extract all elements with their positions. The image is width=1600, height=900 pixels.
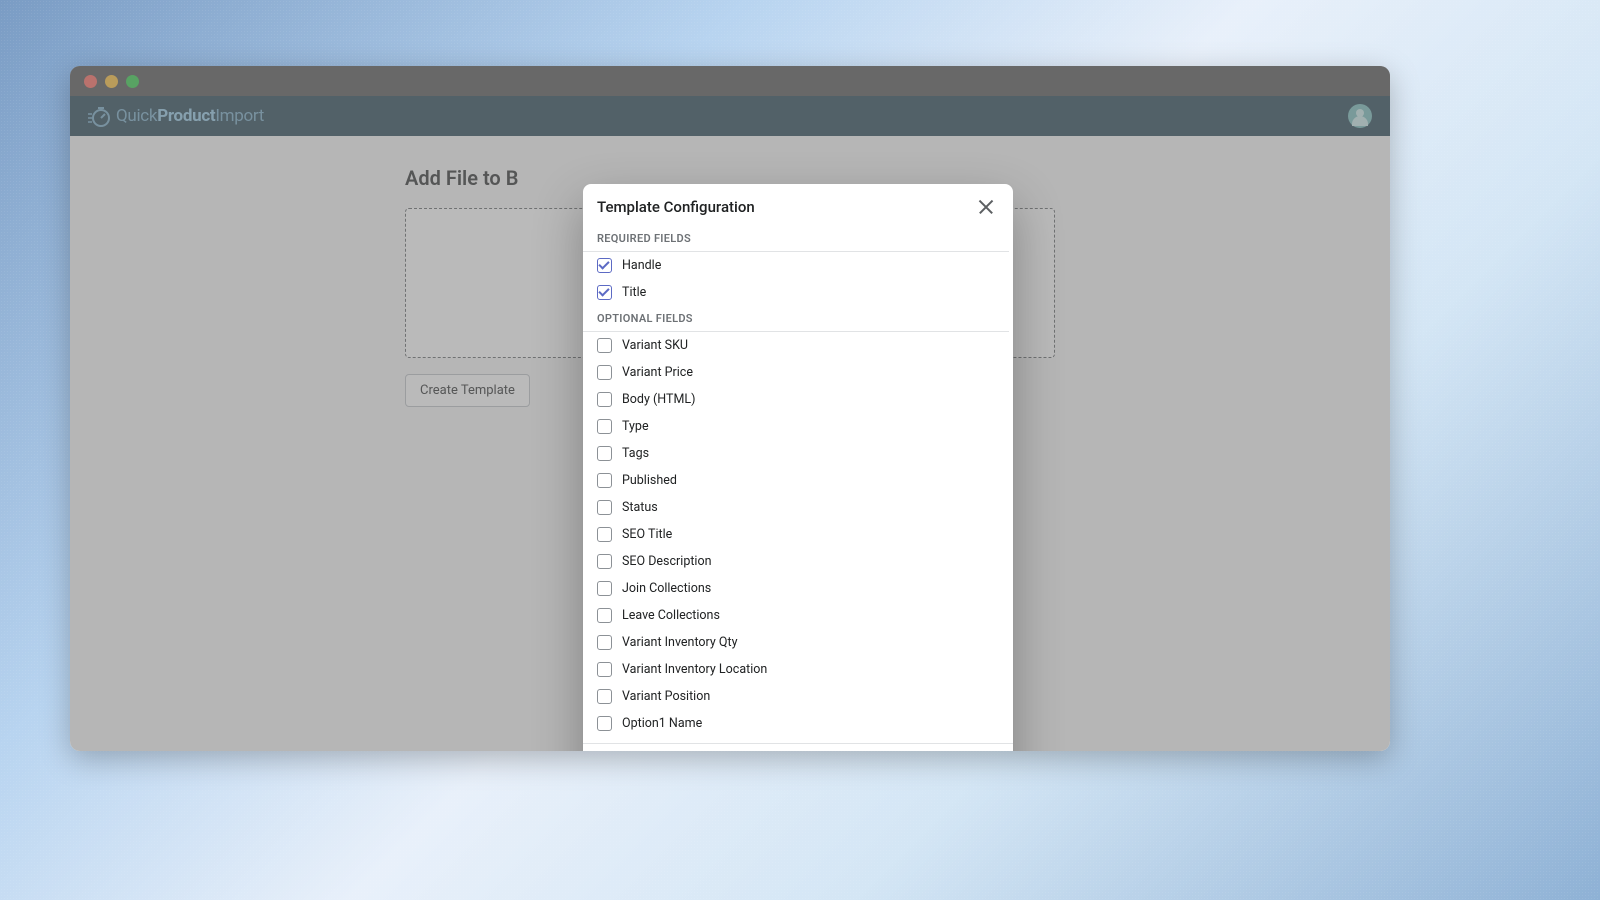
modal-title: Template Configuration (597, 198, 755, 216)
checkbox[interactable] (597, 608, 612, 623)
checkbox[interactable] (597, 716, 612, 731)
field-label: Type (622, 419, 649, 434)
checkbox[interactable] (597, 581, 612, 596)
required-fields-label: REQUIRED FIELDS (583, 226, 1009, 252)
field-label: Variant Inventory Location (622, 662, 767, 677)
field-row[interactable]: Variant SKU (583, 332, 1009, 359)
checkbox[interactable] (597, 662, 612, 677)
field-label: Leave Collections (622, 608, 720, 623)
modal-body[interactable]: REQUIRED FIELDS Handle Title OPTIONAL FIE… (583, 226, 1013, 743)
checkbox[interactable] (597, 635, 612, 650)
field-row[interactable]: Join Collections (583, 575, 1009, 602)
field-row[interactable]: Handle (583, 252, 1009, 279)
optional-fields-label: OPTIONAL FIELDS (583, 306, 1009, 332)
field-label: SEO Title (622, 527, 672, 542)
checkbox[interactable] (597, 689, 612, 704)
modal-footer: Select All Download Template (583, 743, 1013, 751)
checkbox[interactable] (597, 419, 612, 434)
checkbox[interactable] (597, 554, 612, 569)
field-label: Status (622, 500, 658, 515)
checkbox[interactable] (597, 392, 612, 407)
checkbox[interactable] (597, 527, 612, 542)
checkbox[interactable] (597, 500, 612, 515)
field-row[interactable]: Variant Position (583, 683, 1009, 710)
checkbox[interactable] (597, 473, 612, 488)
checkbox[interactable] (597, 258, 612, 273)
field-row[interactable]: Variant Inventory Qty (583, 629, 1009, 656)
field-label: Option1 Name (622, 716, 702, 731)
checkbox[interactable] (597, 365, 612, 380)
app-window: QuickProductImport Add File to B Create … (70, 66, 1390, 751)
template-config-modal: Template Configuration REQUIRED FIELDS H… (583, 184, 1013, 751)
field-label: Tags (622, 446, 649, 461)
field-label: Variant Inventory Qty (622, 635, 738, 650)
field-label: Variant Position (622, 689, 710, 704)
field-label: SEO Description (622, 554, 712, 569)
field-label: Title (622, 285, 646, 300)
field-row[interactable]: SEO Title (583, 521, 1009, 548)
field-label: Body (HTML) (622, 392, 695, 407)
close-icon[interactable] (977, 198, 995, 216)
field-row[interactable]: Body (HTML) (583, 386, 1009, 413)
field-label: Join Collections (622, 581, 711, 596)
field-row[interactable]: Type (583, 413, 1009, 440)
field-row[interactable]: Variant Price (583, 359, 1009, 386)
field-row[interactable]: Variant Inventory Location (583, 656, 1009, 683)
checkbox[interactable] (597, 338, 612, 353)
field-label: Variant SKU (622, 338, 688, 353)
field-row[interactable]: Title (583, 279, 1009, 306)
field-row[interactable]: Status (583, 494, 1009, 521)
field-label: Variant Price (622, 365, 693, 380)
field-row[interactable]: Option1 Name (583, 710, 1009, 737)
field-row[interactable]: Published (583, 467, 1009, 494)
field-row[interactable]: SEO Description (583, 548, 1009, 575)
field-row[interactable]: Tags (583, 440, 1009, 467)
field-label: Handle (622, 258, 661, 273)
field-label: Published (622, 473, 677, 488)
modal-header: Template Configuration (583, 184, 1013, 226)
field-row[interactable]: Leave Collections (583, 602, 1009, 629)
checkbox[interactable] (597, 285, 612, 300)
checkbox[interactable] (597, 446, 612, 461)
